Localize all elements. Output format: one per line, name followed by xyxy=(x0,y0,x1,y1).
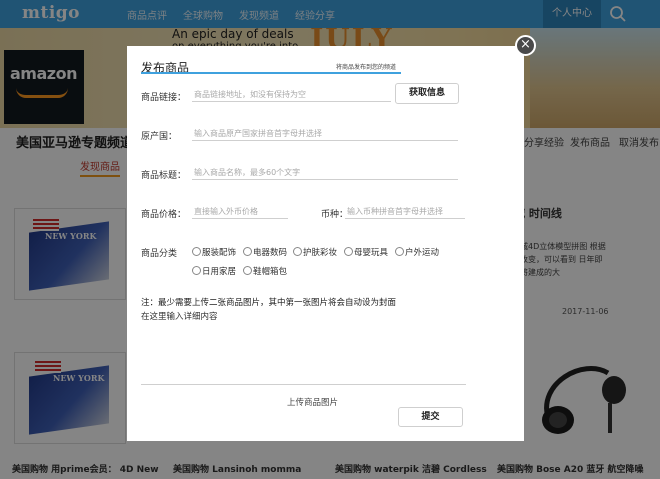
publish-product-dialog: 发布商品 将商品发布到您的频道 商品链接： 获取信息 原产国： 商品标题： 商品… xyxy=(127,46,524,441)
radio-icon[interactable] xyxy=(243,266,252,275)
origin-country-input[interactable] xyxy=(192,127,458,141)
radio-icon[interactable] xyxy=(243,247,252,256)
radio-icon[interactable] xyxy=(192,266,201,275)
radio-icon[interactable] xyxy=(293,247,302,256)
category-option-shoes-bags[interactable]: 鞋帽箱包 xyxy=(243,265,287,277)
product-category-label: 商品分类 xyxy=(141,249,178,259)
product-price-input[interactable] xyxy=(192,205,288,219)
origin-country-label: 原产国： xyxy=(141,132,178,142)
upload-note: 注：最少需要上传二张商品图片，其中第一张图片将会自动设为封面 xyxy=(141,298,397,308)
product-link-input[interactable] xyxy=(192,88,391,102)
radio-icon[interactable] xyxy=(395,247,404,256)
product-title-input[interactable] xyxy=(192,166,458,180)
submit-button[interactable]: 提交 xyxy=(398,407,463,427)
upload-images-button[interactable]: 上传商品图片 xyxy=(287,396,338,408)
category-option-clothing[interactable]: 服装配饰 xyxy=(192,246,236,258)
product-link-label: 商品链接： xyxy=(141,93,187,103)
category-option-baby-toys[interactable]: 母婴玩具 xyxy=(344,246,388,258)
category-option-home[interactable]: 日用家居 xyxy=(192,265,236,277)
title-underline xyxy=(141,72,401,74)
radio-icon[interactable] xyxy=(192,247,201,256)
product-price-label: 商品价格： xyxy=(141,210,187,220)
close-icon[interactable]: × xyxy=(515,35,536,56)
dialog-hint: 将商品发布到您的频道 xyxy=(336,64,397,71)
product-title-label: 商品标题： xyxy=(141,171,187,181)
category-option-cosmetics[interactable]: 护肤彩妆 xyxy=(293,246,337,258)
radio-icon[interactable] xyxy=(344,247,353,256)
description-textarea[interactable] xyxy=(141,310,466,385)
currency-label: 币种： xyxy=(321,210,349,220)
currency-input[interactable] xyxy=(345,205,465,219)
fetch-info-button[interactable]: 获取信息 xyxy=(395,83,459,104)
category-option-electronics[interactable]: 电器数码 xyxy=(243,246,287,258)
category-option-outdoor[interactable]: 户外运动 xyxy=(395,246,439,258)
